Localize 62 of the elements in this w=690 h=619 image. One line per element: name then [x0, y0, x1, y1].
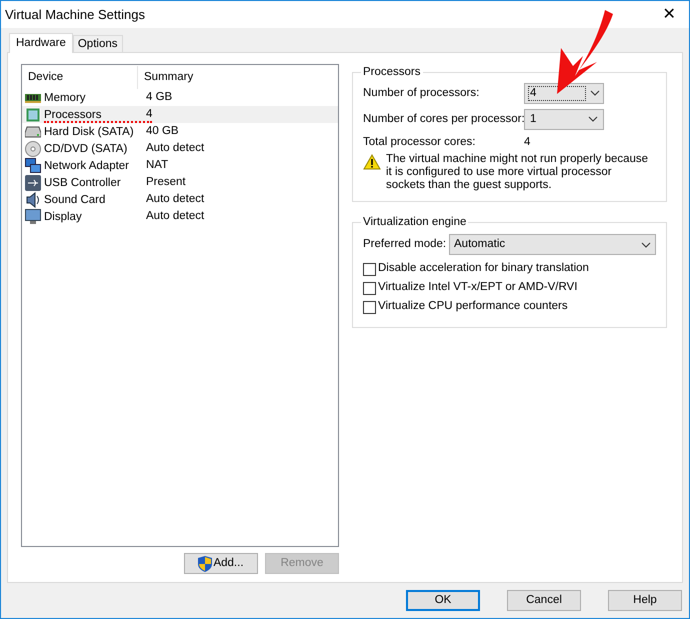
- checkbox[interactable]: [363, 282, 376, 294]
- checkbox-label: Virtualize Intel VT-x/EPT or AMD-V/RVI: [378, 280, 578, 296]
- monitor-icon: [25, 208, 41, 224]
- device-summary: 4: [145, 107, 152, 121]
- tab[interactable]: Options: [72, 35, 122, 52]
- device-summary: Auto detect: [145, 192, 204, 206]
- field-label: Preferred mode:: [363, 236, 448, 252]
- checkbox[interactable]: [363, 300, 376, 314]
- tab[interactable]: Hardware: [9, 33, 73, 53]
- cores-dropdown[interactable]: 1: [524, 108, 604, 130]
- device-row[interactable]: Memory 4 GB: [22, 89, 338, 106]
- network-computers-icon: [25, 158, 41, 174]
- device-summary: Auto detect: [145, 209, 204, 223]
- list-button[interactable]: Add...: [184, 553, 258, 574]
- device-row[interactable]: Display Auto detect: [22, 208, 338, 225]
- close-button[interactable]: ✕: [649, 2, 689, 28]
- window-title: Virtual Machine Settings: [5, 6, 145, 24]
- device-name: Sound Card: [44, 194, 106, 206]
- device-name: Network Adapter: [44, 160, 130, 172]
- device-name: USB Controller: [44, 177, 121, 189]
- caret-icon: [641, 242, 651, 248]
- caret-icon: [588, 116, 598, 122]
- warning-icon: [363, 154, 381, 170]
- group-title: Processors: [362, 65, 422, 80]
- device-summary: 40 GB: [145, 124, 179, 138]
- field-label: Number of cores per processor:: [363, 112, 524, 127]
- dialog-button[interactable]: Help: [608, 590, 682, 611]
- dialog-button[interactable]: OK: [406, 590, 480, 611]
- device-name: Display: [44, 211, 82, 223]
- processor-icon: [26, 108, 40, 122]
- device-summary: 4 GB: [145, 90, 172, 104]
- device-summary: NAT: [145, 158, 168, 172]
- device-summary: Present: [145, 175, 186, 189]
- speaker-icon: [25, 192, 41, 208]
- device-row[interactable]: USB Controller Present: [22, 174, 338, 191]
- usb-icon: [25, 174, 41, 190]
- caret-icon: [590, 90, 600, 96]
- column-header[interactable]: Device: [22, 66, 138, 89]
- warning-message: The virtual machine might not run properly because it is configured to use more virtual processor sockets than the guest supports.: [386, 153, 650, 192]
- checkbox[interactable]: [363, 262, 376, 276]
- group-title: Virtualization engine: [362, 215, 468, 230]
- device-row[interactable]: Sound Card Auto detect: [22, 191, 338, 208]
- column-header[interactable]: Summary: [138, 68, 194, 86]
- device-name: CD/DVD (SATA): [44, 143, 128, 155]
- device-row[interactable]: Processors 4: [22, 106, 338, 123]
- device-row[interactable]: CD/DVD (SATA) Auto detect: [22, 140, 338, 157]
- device-summary: Auto detect: [145, 141, 204, 155]
- device-name: Processors: [44, 109, 102, 121]
- device-row[interactable]: Network Adapter NAT: [22, 157, 338, 174]
- memory-chip-icon: [25, 92, 41, 102]
- device-name: Memory: [44, 92, 86, 104]
- checkbox-label: Virtualize CPU performance counters: [378, 299, 568, 314]
- dialog-button[interactable]: Cancel: [507, 590, 581, 611]
- device-row[interactable]: Hard Disk (SATA) 40 GB: [22, 123, 338, 140]
- mode-dropdown[interactable]: Automatic: [449, 234, 656, 255]
- field-label: Total processor cores:: [363, 134, 476, 150]
- processor-count-dropdown[interactable]: 4: [524, 82, 604, 104]
- field-value: 4: [524, 134, 530, 150]
- checkbox-label: Disable acceleration for binary translation: [378, 261, 589, 276]
- device-name: Hard Disk (SATA): [44, 126, 134, 138]
- field-label: Number of processors:: [363, 86, 480, 101]
- disc-icon: [25, 140, 41, 156]
